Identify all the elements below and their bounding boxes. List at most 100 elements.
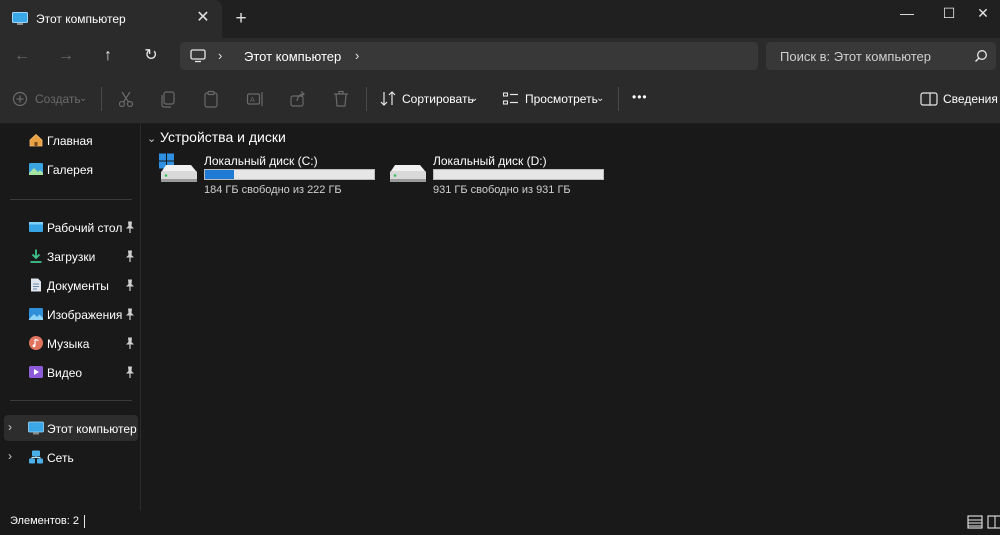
separator	[366, 87, 367, 111]
sidebar-item-documents[interactable]: Документы	[0, 272, 141, 298]
drive-d[interactable]: Локальный диск (D:) 931 ГБ свободно из 9…	[387, 153, 607, 197]
content-area: ⌄ Устройства и диски Локальный диск (C:)…	[142, 124, 1000, 511]
sidebar-item-gallery[interactable]: Галерея	[0, 156, 141, 182]
pin-icon[interactable]	[124, 249, 136, 263]
desktop-icon	[29, 222, 43, 232]
sidebar-item-label: Этот компьютер	[47, 422, 137, 436]
sort-icon	[380, 91, 396, 106]
view-button[interactable]: Просмотреть	[525, 92, 598, 106]
paste-icon[interactable]	[201, 89, 221, 109]
drive-usage-bar	[204, 169, 375, 180]
title-bar: Этот компьютер ✕ + — ☐ ✕	[0, 0, 1000, 38]
view-icon	[502, 92, 518, 105]
sidebar-item-label: Видео	[47, 366, 83, 380]
sidebar-item-music[interactable]: Музыка	[0, 330, 141, 356]
pin-icon[interactable]	[124, 278, 136, 292]
sidebar-item-label: Загрузки	[47, 250, 96, 264]
chevron-down-icon[interactable]: ⌄	[79, 93, 87, 104]
back-button[interactable]: ←	[8, 44, 36, 68]
tab-close-icon[interactable]: ✕	[193, 8, 213, 28]
chevron-right-icon[interactable]: ›	[355, 48, 359, 63]
drive-free-space: 931 ГБ свободно из 931 ГБ	[433, 184, 571, 196]
separator	[618, 87, 619, 111]
monitor-icon	[28, 421, 44, 435]
sidebar-item-network[interactable]: › Сеть	[0, 444, 141, 470]
tab-this-pc[interactable]: Этот компьютер ✕	[0, 0, 222, 38]
drive-usage-fill	[205, 170, 234, 179]
command-bar: Создать ⌄ A Сортировать ⌄ Просмотреть ⌄ …	[0, 74, 1000, 124]
pin-icon[interactable]	[124, 336, 136, 350]
delete-icon[interactable]	[331, 89, 351, 109]
tiles-view-icon[interactable]	[986, 514, 1000, 530]
pin-icon[interactable]	[124, 220, 136, 234]
drive-name: Локальный диск (C:)	[204, 154, 318, 168]
sidebar-item-video[interactable]: Видео	[0, 359, 141, 385]
chevron-right-icon[interactable]: ›	[8, 449, 12, 463]
sidebar-item-label: Главная	[47, 134, 93, 148]
search-icon[interactable]	[974, 49, 988, 63]
drive-free-space: 184 ГБ свободно из 222 ГБ	[204, 184, 342, 196]
details-button[interactable]: Сведения	[943, 92, 998, 106]
status-bar: Элементов: 2	[0, 511, 1000, 535]
sidebar-item-label: Рабочий стол	[47, 221, 123, 235]
address-row: ← → ↑ ↻ › Этот компьютер › Поиск в: Этот…	[0, 38, 1000, 74]
svg-text:A: A	[250, 97, 255, 104]
pin-icon[interactable]	[124, 365, 136, 379]
sidebar-item-label: Сеть	[47, 451, 74, 465]
tab-title: Этот компьютер	[36, 12, 126, 26]
chevron-right-icon[interactable]: ›	[8, 420, 12, 434]
details-pane-icon	[920, 92, 938, 106]
video-icon	[29, 366, 43, 378]
copy-icon[interactable]	[158, 89, 178, 109]
rename-icon[interactable]: A	[245, 89, 265, 109]
plus-circle-icon	[12, 91, 28, 107]
more-options-icon[interactable]: •••	[632, 90, 648, 104]
new-tab-button[interactable]: +	[230, 8, 252, 30]
drive-name: Локальный диск (D:)	[433, 154, 547, 168]
divider	[10, 199, 132, 200]
sidebar-item-downloads[interactable]: Загрузки	[0, 243, 141, 269]
item-count: Элементов: 2	[10, 515, 79, 527]
up-button[interactable]: ↑	[94, 44, 122, 68]
cut-icon[interactable]	[116, 89, 136, 109]
share-icon[interactable]	[288, 89, 308, 109]
drive-c[interactable]: Локальный диск (C:) 184 ГБ свободно из 2…	[158, 153, 378, 197]
status-divider	[84, 515, 85, 528]
drive-usage-bar	[433, 169, 604, 180]
gallery-icon	[29, 163, 43, 175]
sidebar-item-home[interactable]: Главная	[0, 127, 141, 153]
home-icon	[29, 133, 43, 147]
pin-icon[interactable]	[124, 307, 136, 321]
chevron-down-icon[interactable]: ⌄	[596, 93, 604, 104]
sidebar-item-pictures[interactable]: Изображения	[0, 301, 141, 327]
separator	[101, 87, 102, 111]
sidebar-item-this-pc[interactable]: › Этот компьютер	[4, 415, 138, 441]
sidebar-item-label: Музыка	[47, 337, 90, 351]
monitor-icon	[12, 12, 28, 25]
refresh-button[interactable]: ↻	[137, 44, 165, 68]
drive-with-windows-icon	[159, 153, 197, 182]
navigation-pane: Главная Галерея Рабочий стол Загрузки До…	[0, 124, 141, 511]
sidebar-item-label: Изображения	[47, 308, 123, 322]
breadcrumb[interactable]: Этот компьютер	[244, 49, 341, 64]
monitor-icon	[190, 49, 206, 63]
sidebar-item-desktop[interactable]: Рабочий стол	[0, 214, 141, 240]
chevron-down-icon[interactable]: ⌄	[147, 132, 156, 145]
search-input[interactable]: Поиск в: Этот компьютер	[766, 42, 996, 70]
group-header[interactable]: Устройства и диски	[160, 129, 286, 145]
sidebar-item-label: Галерея	[47, 163, 94, 177]
network-icon	[29, 450, 43, 464]
details-view-icon[interactable]	[966, 514, 984, 530]
search-placeholder: Поиск в: Этот компьютер	[780, 49, 931, 64]
sidebar-item-label: Документы	[47, 279, 109, 293]
sort-button[interactable]: Сортировать	[402, 92, 474, 106]
address-bar[interactable]: › Этот компьютер ›	[180, 42, 758, 70]
divider	[10, 400, 132, 401]
forward-button[interactable]: →	[52, 44, 80, 68]
chevron-right-icon[interactable]: ›	[218, 48, 222, 63]
chevron-down-icon[interactable]: ⌄	[470, 93, 478, 104]
close-window-button[interactable]: ✕	[960, 0, 1000, 30]
create-button[interactable]: Создать	[35, 92, 81, 106]
documents-icon	[31, 278, 41, 292]
minimize-button[interactable]: —	[884, 0, 930, 30]
